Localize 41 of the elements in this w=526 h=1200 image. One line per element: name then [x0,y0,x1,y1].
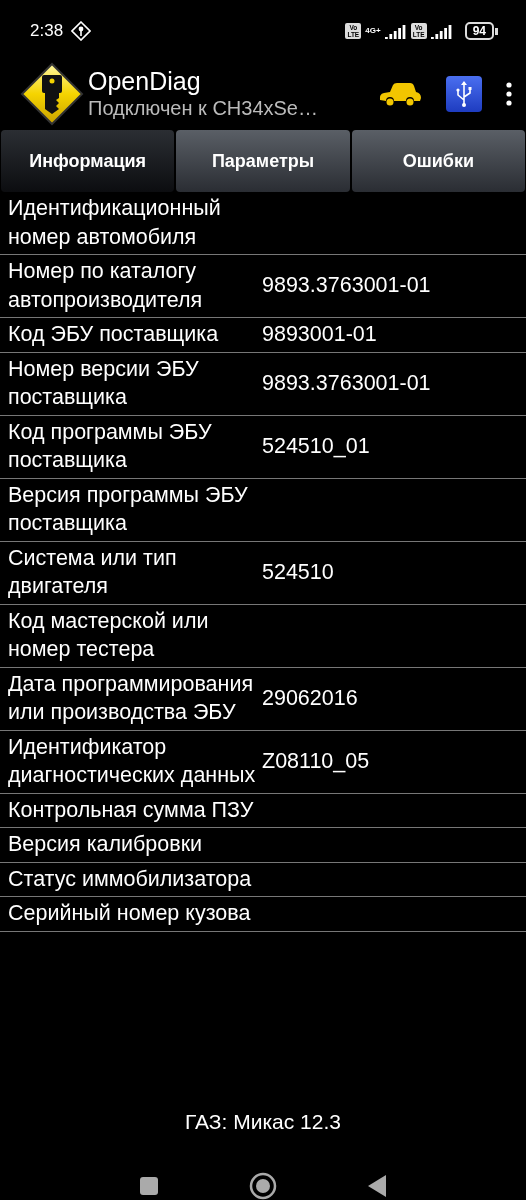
signal-icon [384,23,407,39]
recents-icon[interactable] [139,1176,159,1196]
car-icon[interactable] [378,81,422,107]
ecu-model-label: ГАЗ: Микас 12.3 [184,1109,342,1135]
parameter-value: 9893.3763001-01 [262,369,431,397]
parameter-name: Идентификатор диагностических данных [7,733,257,789]
back-icon[interactable] [367,1174,387,1198]
parameter-name: Номер версии ЭБУ поставщика [7,355,200,411]
home-icon[interactable] [249,1172,277,1200]
parameter-name: Номер по каталогу автопроизводителя [7,258,204,314]
parameter-value: 524510 [262,558,334,586]
parameter-value: 524510_01 [262,432,370,460]
parameter-name: Версия калибровки [7,831,204,858]
status-time: 2:38 [30,20,64,43]
parameter-name: Код мастерской или номер тестера [7,607,210,663]
parameter-value: 9893.3763001-01 [262,272,431,300]
parameter-name: Идентификационный номер автомобиля [7,195,222,251]
parameter-name: Код ЭБУ поставщика [7,321,220,348]
battery-tip-icon [495,27,498,35]
tab[interactable]: Параметры [176,130,350,192]
logo-icon [20,62,84,126]
parameter-name: Серийный номер кузова [7,900,252,927]
usb-icon[interactable] [446,76,482,112]
tab[interactable]: Ошибки [351,130,525,192]
parameter-name: Статус иммобилизатора [7,865,253,893]
parameter-name: Версия программы ЭБУ поставщика [7,481,249,537]
parameter-name: Код программы ЭБУ поставщика [7,418,213,474]
parameter-value: Z08110_05 [262,747,370,775]
more-menu-icon[interactable] [506,82,512,106]
parameter-value: 9893001-01 [262,321,377,348]
parameter-value: 29062016 [262,684,358,712]
network-type: 4G+ [365,27,381,35]
parameter-name: Система или тип двигателя [7,544,178,600]
app-title: OpenDiag [88,68,202,96]
tab[interactable]: Информация [1,130,175,192]
battery-level: 94 [464,22,494,40]
parameter-name: Контрольная сумма ПЗУ [7,796,255,824]
connection-subtitle: Подключен к CH34xSe… [88,95,319,120]
parameter-name: Дата программирования или производства ЭБУ [7,670,255,726]
signal-icon [430,23,453,39]
key-icon [71,21,92,41]
